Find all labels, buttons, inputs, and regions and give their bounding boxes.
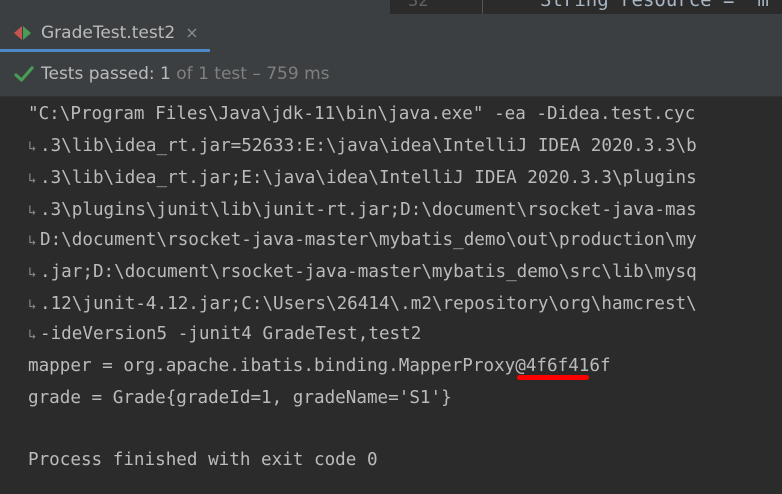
soft-wrap-icon: ↳ [28, 139, 37, 155]
line-number: 32 [408, 0, 429, 11]
soft-wrap-icon: ↳ [28, 297, 37, 313]
test-status-bar: Tests passed: 1 of 1 test – 759 ms [0, 52, 782, 97]
close-icon[interactable]: × [185, 25, 198, 41]
process-finished-line: Process finished with exit code 0 [28, 450, 378, 470]
red-underline-annotation [517, 375, 589, 380]
run-tab[interactable]: GradeTest.test2 × [0, 14, 210, 52]
console-line: ↳ .3\lib\idea_rt.jar=52633:E:\java\idea\I… [28, 131, 697, 161]
tests-summary: of 1 test – 759 ms [170, 64, 330, 84]
grade-output-line: grade = Grade{gradeId=1, gradeName='S1'} [28, 388, 452, 408]
soft-wrap-icon: ↳ [28, 203, 37, 219]
console-line: ↳ .3\lib\idea_rt.jar;E:\java\idea\Intelli… [28, 163, 697, 193]
console-line: "C:\Program Files\Java\jdk-11\bin\java.e… [28, 104, 696, 124]
console-line: ↳ -ideVersion5 -junit4 GradeTest,test2 [28, 319, 421, 349]
soft-wrap-icon: ↳ [28, 265, 37, 281]
editor-peek-strip: 32 String resource = "m [0, 0, 782, 14]
console-line: ↳ D:\document\rsocket-java-master\mybatis… [28, 225, 697, 255]
soft-wrap-icon: ↳ [28, 327, 37, 343]
soft-wrap-icon: ↳ [28, 171, 37, 187]
console-line: ↳ .12\junit-4.12.jar;C:\Users\26414\.m2\r… [28, 289, 697, 319]
run-debug-icon [14, 26, 32, 40]
run-tab-bar: GradeTest.test2 × [0, 14, 782, 52]
soft-wrap-icon: ↳ [28, 233, 37, 249]
checkmark-icon [14, 66, 34, 82]
gutter-divider [482, 0, 483, 14]
code-line: String resource = "m [540, 0, 769, 11]
tests-passed-label: Tests passed: 1 [41, 64, 171, 84]
console-line: ↳ .jar;D:\document\rsocket-java-master\my… [28, 257, 697, 287]
console-output[interactable]: "C:\Program Files\Java\jdk-11\bin\java.e… [0, 97, 782, 494]
tab-title: GradeTest.test2 [41, 23, 176, 43]
console-line: ↳ .3\plugins\junit\lib\junit-rt.jar;D:\do… [28, 195, 697, 225]
